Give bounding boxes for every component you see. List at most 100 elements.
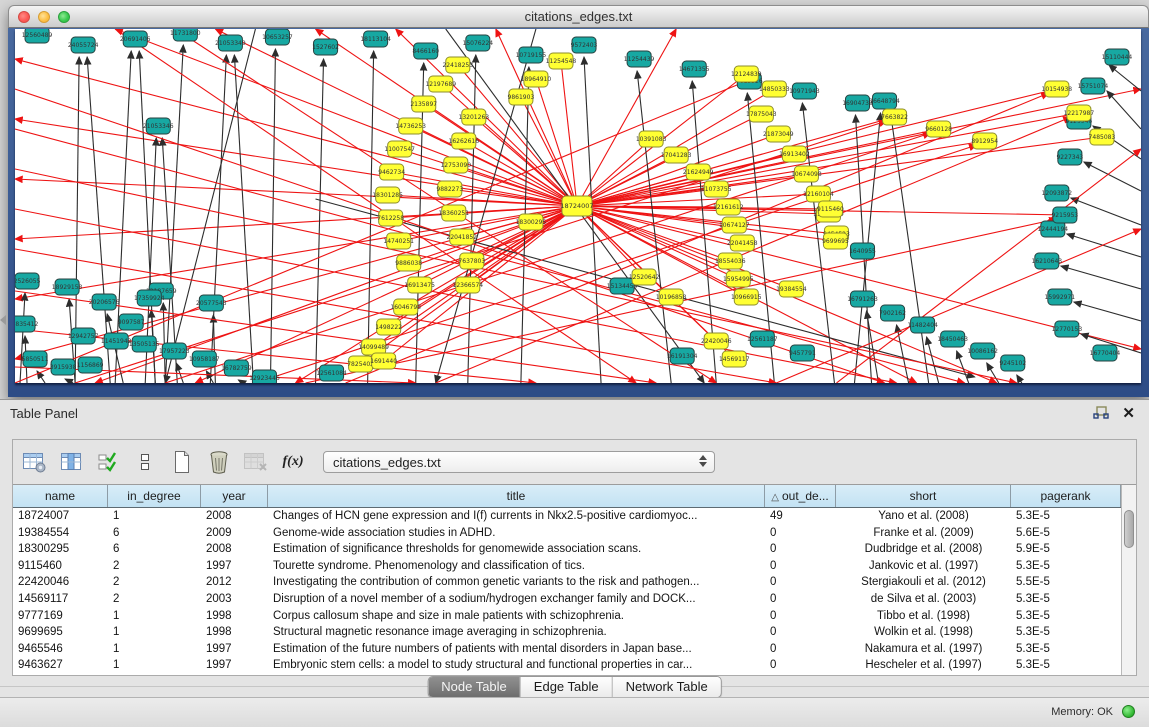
- column-header-short[interactable]: short: [836, 485, 1011, 507]
- graph-node[interactable]: 11254439: [624, 51, 655, 67]
- float-panel-icon[interactable]: [1093, 406, 1109, 420]
- graph-edge[interactable]: [1017, 375, 1022, 383]
- graph-node[interactable]: 12124839: [731, 66, 762, 82]
- graph-node[interactable]: 7902162: [879, 305, 906, 321]
- graph-node[interactable]: 22041852: [447, 229, 478, 245]
- table-cell[interactable]: 2012: [201, 574, 268, 591]
- graph-node[interactable]: 16770404: [1090, 345, 1121, 361]
- table-cell[interactable]: 9699695: [13, 624, 108, 641]
- table-cell[interactable]: 9463627: [13, 657, 108, 674]
- table-cell[interactable]: 5.3E-5: [1011, 591, 1121, 608]
- graph-node[interactable]: 10966915: [731, 289, 762, 305]
- graph-node[interactable]: 1156869: [77, 357, 104, 373]
- graph-node[interactable]: 9115460: [817, 201, 844, 217]
- graph-node[interactable]: 14850333: [759, 81, 790, 97]
- graph-node[interactable]: 12093872: [1042, 185, 1073, 201]
- graph-edge[interactable]: [897, 325, 909, 383]
- graph-node[interactable]: 1498222: [375, 319, 402, 335]
- graph-edge[interactable]: [1107, 91, 1141, 129]
- graph-node[interactable]: 11731800: [170, 29, 201, 41]
- graph-node[interactable]: 13505135: [129, 336, 160, 352]
- graph-node[interactable]: 12160104: [803, 186, 834, 202]
- graph-edge[interactable]: [165, 29, 255, 383]
- graph-node[interactable]: 10674127: [719, 217, 750, 233]
- graph-node[interactable]: 11073755: [701, 181, 732, 197]
- table-cell[interactable]: Dudbridge et al. (2008): [836, 541, 1011, 558]
- table-cell[interactable]: 22420046: [13, 574, 108, 591]
- table-cell[interactable]: Tourette syndrome. Phenomenology and cla…: [268, 558, 765, 575]
- graph-node[interactable]: 16262616: [449, 133, 480, 149]
- graph-node[interactable]: 11482404: [907, 317, 938, 333]
- graph-node[interactable]: 15076224: [463, 35, 494, 51]
- graph-edge[interactable]: [577, 117, 895, 206]
- graph-node[interactable]: 2135897: [410, 96, 437, 112]
- table-cell[interactable]: 5.5E-5: [1011, 574, 1121, 591]
- table-cell[interactable]: 5.3E-5: [1011, 641, 1121, 658]
- graph-node[interactable]: 8466160: [412, 43, 439, 59]
- table-cell[interactable]: 0: [765, 574, 836, 591]
- graph-node[interactable]: 17957223: [159, 343, 190, 359]
- graph-node[interactable]: 16782759: [221, 360, 252, 376]
- graph-node[interactable]: 21053346: [143, 118, 174, 134]
- graph-node[interactable]: 16791263: [847, 291, 878, 307]
- graph-node[interactable]: 13201263: [459, 109, 490, 125]
- graph-node[interactable]: 10653257: [262, 29, 293, 45]
- network-canvas[interactable]: 1256048924055724206914061173180021053349…: [15, 29, 1141, 383]
- table-cell[interactable]: 5.3E-5: [1011, 657, 1121, 674]
- column-header-title[interactable]: title: [268, 485, 765, 507]
- graph-node[interactable]: 12561187: [747, 331, 778, 347]
- graph-node[interactable]: 7637803: [458, 253, 485, 269]
- graph-node[interactable]: 9882273: [436, 181, 463, 197]
- scrollbar-thumb[interactable]: [1124, 510, 1134, 548]
- graph-node[interactable]: 1691440: [370, 353, 397, 369]
- table-cell[interactable]: 1: [108, 641, 201, 658]
- graph-node[interactable]: 11451942: [101, 333, 132, 349]
- graph-node[interactable]: 12366574: [453, 277, 484, 293]
- graph-node[interactable]: 18300295: [516, 214, 547, 230]
- graph-node[interactable]: 5850511: [22, 351, 49, 367]
- close-panel-icon[interactable]: ✕: [1122, 404, 1135, 422]
- graph-node[interactable]: 19384554: [776, 281, 807, 297]
- graph-node[interactable]: 15110444: [1102, 49, 1133, 65]
- graph-edge[interactable]: [20, 293, 25, 383]
- table-row[interactable]: 946362711997Embryonic stem cells: a mode…: [13, 657, 1121, 674]
- graph-edge[interactable]: [1067, 234, 1141, 257]
- table-cell[interactable]: Genome-wide association studies in ADHD.: [268, 525, 765, 542]
- table-cell[interactable]: Jankovic et al. (1997): [836, 558, 1011, 575]
- graph-node[interactable]: 15751074: [1078, 78, 1109, 94]
- table-cell[interactable]: 0: [765, 624, 836, 641]
- table-row[interactable]: 911546021997Tourette syndrome. Phenomeno…: [13, 558, 1121, 575]
- table-cell[interactable]: 1: [108, 624, 201, 641]
- graph-node[interactable]: 10719155: [516, 47, 547, 63]
- table-cell[interactable]: 5.6E-5: [1011, 525, 1121, 542]
- table-row[interactable]: 946554611997Estimation of the future num…: [13, 641, 1121, 658]
- graph-node[interactable]: 9886038: [395, 255, 422, 271]
- graph-edge[interactable]: [584, 57, 601, 383]
- table-selector-dropdown[interactable]: citations_edges.txt: [323, 451, 715, 473]
- graph-node[interactable]: 9457791: [789, 345, 816, 361]
- table-cell[interactable]: 1997: [201, 657, 268, 674]
- table-cell[interactable]: 1998: [201, 624, 268, 641]
- graph-node[interactable]: 12161612: [713, 199, 744, 215]
- graph-node[interactable]: 15954995: [723, 271, 754, 287]
- graph-node[interactable]: 3915938: [50, 359, 77, 375]
- graph-node[interactable]: 10958187: [189, 351, 220, 367]
- table-cell[interactable]: 2: [108, 574, 201, 591]
- graph-node[interactable]: 9699695: [822, 233, 849, 249]
- function-builder-icon[interactable]: f(x): [280, 449, 306, 475]
- table-cell[interactable]: 5.9E-5: [1011, 541, 1121, 558]
- table-cell[interactable]: Estimation of significance thresholds fo…: [268, 541, 765, 558]
- table-cell[interactable]: 2: [108, 591, 201, 608]
- table-cell[interactable]: Hescheler et al. (1997): [836, 657, 1011, 674]
- graph-node[interactable]: 10971943: [789, 83, 820, 99]
- graph-node[interactable]: 18301285: [372, 187, 403, 203]
- table-row[interactable]: 969969511998Structural magnetic resonanc…: [13, 624, 1121, 641]
- graph-node[interactable]: 9227343: [1056, 149, 1083, 165]
- table-cell[interactable]: 9777169: [13, 608, 108, 625]
- graph-node[interactable]: 10086162: [967, 343, 998, 359]
- table-cell[interactable]: 5.3E-5: [1011, 608, 1121, 625]
- graph-edge[interactable]: [210, 55, 226, 383]
- graph-node[interactable]: 12770153: [1052, 321, 1083, 337]
- table-cell[interactable]: Disruption of a novel member of a sodium…: [268, 591, 765, 608]
- graph-node[interactable]: 8912954: [971, 133, 998, 149]
